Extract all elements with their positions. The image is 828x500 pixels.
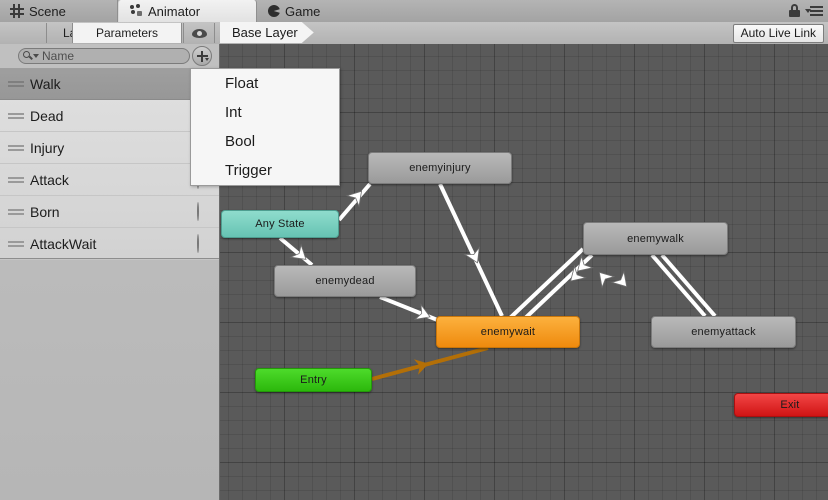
animator-window: Scene Animator Game Layers Parameters Ba… bbox=[0, 0, 828, 500]
lock-icon[interactable] bbox=[789, 4, 800, 17]
graph-node-label: enemyattack bbox=[691, 326, 756, 338]
tab-scene[interactable]: Scene bbox=[0, 0, 118, 22]
search-input[interactable]: Name bbox=[18, 48, 190, 64]
parameter-row-walk[interactable]: Walk bbox=[0, 68, 219, 100]
layer-visibility-toggle[interactable] bbox=[183, 23, 215, 43]
graph-node-enemyinjury[interactable]: enemyinjury bbox=[368, 152, 512, 184]
parameter-control[interactable] bbox=[197, 233, 199, 253]
hamburger-menu-icon[interactable] bbox=[805, 6, 823, 16]
animator-toolbar: Layers Parameters Base Layer Auto Live L… bbox=[0, 22, 828, 45]
parameters-panel: Name Walk Dead Injury Attack Born AttackWait bbox=[0, 44, 220, 500]
graph-node-enemyattack[interactable]: enemyattack bbox=[651, 316, 796, 348]
add-parameter-button[interactable] bbox=[192, 46, 212, 66]
tab-animator-label: Animator bbox=[148, 3, 201, 19]
tab-animator[interactable]: Animator bbox=[118, 0, 257, 22]
parameter-row-attackwait[interactable]: AttackWait bbox=[0, 228, 219, 260]
parameter-type-menu[interactable]: Float Int Bool Trigger bbox=[190, 68, 340, 186]
tab-game[interactable]: Game bbox=[257, 0, 828, 22]
drag-handle-icon[interactable] bbox=[8, 79, 30, 89]
arrowhead bbox=[598, 271, 616, 289]
graph-node-label: Exit bbox=[780, 399, 800, 411]
graph-node-enemydead[interactable]: enemydead bbox=[274, 265, 416, 297]
drag-handle-icon[interactable] bbox=[8, 143, 30, 153]
search-row: Name bbox=[0, 44, 219, 68]
radio-icon[interactable] bbox=[197, 201, 199, 221]
graph-node-label: enemywait bbox=[480, 326, 536, 338]
menu-item-bool[interactable]: Bool bbox=[191, 127, 339, 156]
parameter-list: Walk Dead Injury Attack Born AttackWait bbox=[0, 68, 219, 260]
arrowhead bbox=[463, 246, 480, 264]
game-pacman-icon bbox=[268, 5, 280, 17]
entry-transition bbox=[371, 346, 489, 381]
search-magnifier-icon[interactable] bbox=[22, 49, 42, 63]
parameter-row-injury[interactable]: Injury bbox=[0, 132, 219, 164]
parameter-row-dead[interactable]: Dead bbox=[0, 100, 219, 132]
graph-node-anystate[interactable]: Any State bbox=[221, 210, 339, 238]
parameter-control[interactable] bbox=[197, 201, 199, 221]
tab-scene-label: Scene bbox=[29, 3, 66, 19]
graph-node-label: enemydead bbox=[315, 275, 375, 287]
menu-item-trigger[interactable]: Trigger bbox=[191, 156, 339, 185]
graph-node-label: Entry bbox=[300, 374, 327, 386]
scene-grid-icon bbox=[10, 4, 24, 18]
arrowhead bbox=[610, 270, 628, 288]
graph-node-label: Any State bbox=[255, 218, 305, 230]
eye-icon bbox=[192, 29, 207, 38]
drag-handle-icon[interactable] bbox=[8, 207, 30, 217]
parameter-name: Walk bbox=[30, 75, 61, 92]
parameter-name: Born bbox=[30, 203, 60, 220]
graph-node-enemywait[interactable]: enemywait bbox=[436, 316, 580, 348]
parameter-name: Injury bbox=[30, 139, 65, 156]
tab-parameters[interactable]: Parameters bbox=[72, 23, 182, 43]
menu-item-float[interactable]: Float bbox=[191, 69, 339, 98]
chevron-down-icon bbox=[33, 54, 39, 58]
drag-handle-icon[interactable] bbox=[8, 239, 30, 249]
menu-item-int[interactable]: Int bbox=[191, 98, 339, 127]
parameter-row-attack[interactable]: Attack bbox=[0, 164, 219, 196]
parameter-name: Dead bbox=[30, 107, 64, 124]
breadcrumb-base-layer[interactable]: Base Layer bbox=[220, 22, 314, 43]
graph-node-label: enemyinjury bbox=[409, 162, 471, 174]
search-placeholder: Name bbox=[42, 49, 75, 63]
graph-node-entry[interactable]: Entry bbox=[255, 368, 372, 392]
animator-icon bbox=[129, 4, 143, 18]
parameter-name: AttackWait bbox=[30, 235, 97, 252]
drag-handle-icon[interactable] bbox=[8, 175, 30, 185]
parameter-name: Attack bbox=[30, 171, 69, 188]
auto-live-link-button[interactable]: Auto Live Link bbox=[732, 24, 824, 43]
window-tab-bar: Scene Animator Game bbox=[0, 0, 828, 23]
graph-node-exit[interactable]: Exit bbox=[734, 393, 828, 417]
arrowhead bbox=[413, 303, 431, 321]
drag-handle-icon[interactable] bbox=[8, 111, 30, 121]
graph-node-enemywalk[interactable]: enemywalk bbox=[583, 222, 728, 255]
radio-icon[interactable] bbox=[197, 233, 199, 253]
parameter-row-born[interactable]: Born bbox=[0, 196, 219, 228]
tab-game-label: Game bbox=[285, 3, 321, 19]
plus-icon bbox=[205, 58, 209, 61]
graph-node-label: enemywalk bbox=[627, 232, 684, 245]
